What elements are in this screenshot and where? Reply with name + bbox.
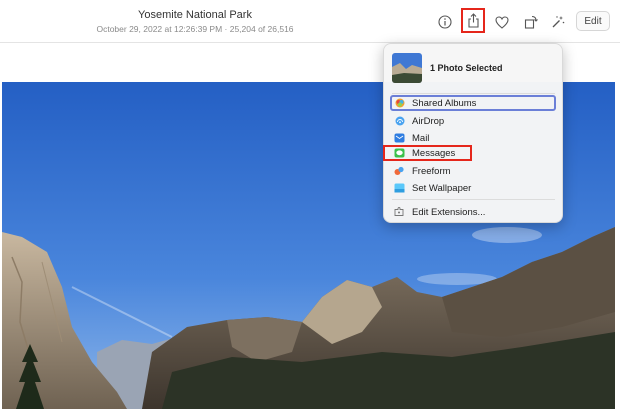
magic-wand-icon[interactable]: [547, 11, 569, 33]
messages-icon: [394, 148, 405, 159]
menu-item-label: Freeform: [412, 165, 451, 177]
menu-item-mail[interactable]: Mail: [392, 130, 555, 146]
info-icon[interactable]: [434, 11, 456, 33]
menu-item-label: Edit Extensions...: [412, 206, 486, 218]
menu-item-airdrop[interactable]: AirDrop: [392, 113, 555, 129]
edit-button[interactable]: Edit: [576, 11, 610, 31]
extensions-icon: [394, 207, 405, 218]
menu-item-set-wallpaper[interactable]: Set Wallpaper: [392, 180, 555, 196]
airdrop-icon: [394, 116, 405, 127]
shared-albums-icon: [394, 98, 405, 109]
menu-item-shared-albums[interactable]: Shared Albums: [390, 95, 556, 111]
menu-item-freeform[interactable]: Freeform: [392, 163, 555, 179]
heart-icon[interactable]: [491, 11, 513, 33]
title-block: Yosemite National Park October 29, 2022 …: [70, 9, 320, 35]
share-button[interactable]: [461, 8, 485, 33]
menu-item-label: Set Wallpaper: [412, 182, 472, 194]
menu-item-label: Shared Albums: [412, 97, 477, 109]
menu-item-messages[interactable]: Messages: [383, 145, 472, 161]
menu-separator: [392, 93, 555, 94]
toolbar: Yosemite National Park October 29, 2022 …: [0, 0, 620, 43]
share-menu: 1 Photo Selected Shared Albums AirDrop M…: [383, 43, 563, 223]
wallpaper-icon: [394, 183, 405, 194]
share-menu-header: 1 Photo Selected: [392, 52, 503, 84]
menu-item-label: AirDrop: [412, 115, 445, 127]
selection-count-label: 1 Photo Selected: [430, 63, 503, 73]
menu-item-label: Mail: [412, 132, 430, 144]
menu-item-label: Messages: [412, 147, 456, 159]
share-icon: [463, 10, 483, 31]
photo-title: Yosemite National Park: [138, 9, 252, 21]
menu-separator: [392, 199, 555, 200]
photo-subtitle: October 29, 2022 at 12:26:39 PM · 25,204…: [96, 24, 294, 34]
mail-icon: [394, 133, 405, 144]
photo-thumbnail: [392, 53, 422, 83]
menu-item-edit-extensions[interactable]: Edit Extensions...: [392, 204, 555, 220]
rotate-icon[interactable]: [520, 11, 542, 33]
freeform-icon: [394, 166, 405, 177]
